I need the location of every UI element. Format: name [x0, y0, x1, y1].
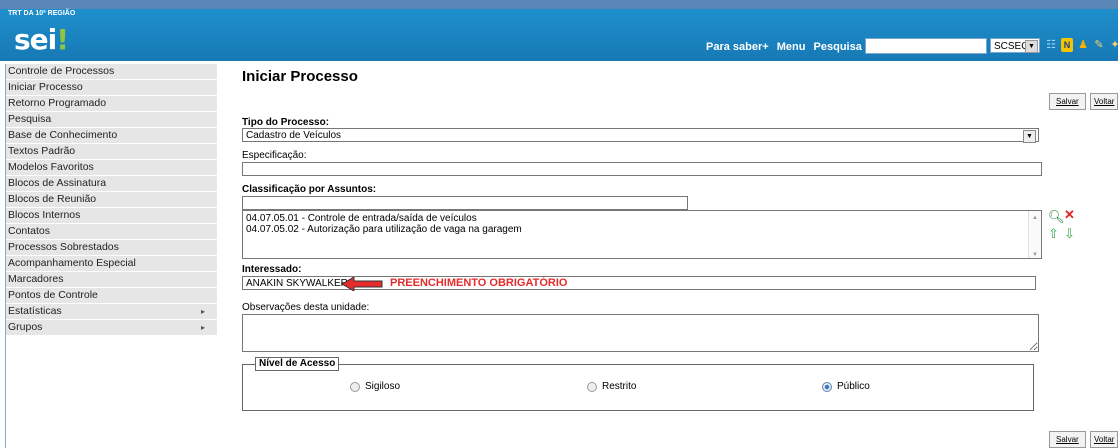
sidebar-menu: Controle de Processos Iniciar Processo R… — [6, 64, 217, 336]
save-label: Salvar — [1056, 435, 1079, 444]
subjects-list[interactable]: 04.07.05.01 - Controle de entrada/saída … — [242, 210, 1042, 259]
exit-icon[interactable]: ✦ — [1109, 38, 1118, 52]
chevron-down-icon: ▼ — [1023, 130, 1036, 143]
radio-sigiloso[interactable]: Sigiloso — [350, 381, 400, 392]
sidebar-item-base-conhecimento[interactable]: Base de Conhecimento — [6, 128, 217, 144]
sidebar-item-marcadores[interactable]: Marcadores — [6, 272, 217, 288]
logo-text: sei — [14, 23, 57, 56]
radio-publico[interactable]: Público — [822, 381, 870, 392]
sidebar-item-contatos[interactable]: Contatos — [6, 224, 217, 240]
radio-dot — [587, 381, 597, 392]
sidebar-item-label: Processos Sobrestados — [8, 241, 119, 253]
sidebar-item-pontos-controle[interactable]: Pontos de Controle — [6, 288, 217, 304]
list-item[interactable]: 04.07.05.02 - Autorização para utilizaçã… — [246, 224, 1038, 235]
page-title: Iniciar Processo — [242, 68, 358, 85]
unit-value: SCSEG — [994, 41, 1030, 52]
sidebar-item-label: Textos Padrão — [8, 145, 76, 157]
sidebar-item-label: Blocos de Assinatura — [8, 177, 107, 189]
sidebar-item-blocos-reuniao[interactable]: Blocos de Reunião — [6, 192, 217, 208]
sidebar-item-processos-sobrestados[interactable]: Processos Sobrestados — [6, 240, 217, 256]
interessado-value: ANAKIN SKYWALKER — [246, 278, 348, 289]
save-button-top[interactable]: Salvar — [1049, 93, 1086, 110]
interessado-label: Interessado: — [242, 264, 301, 275]
tools-icon[interactable]: ✎ — [1093, 38, 1105, 52]
radio-dot — [822, 381, 832, 392]
sidebar-item-pesquisa[interactable]: Pesquisa — [6, 112, 217, 128]
move-up-icon[interactable]: ⇧ — [1048, 226, 1059, 242]
sei-logo[interactable]: sei! — [14, 23, 69, 56]
search-icon[interactable]: 🔍︎ — [1048, 209, 1065, 225]
back-label: Voltar — [1094, 97, 1115, 106]
remove-icon[interactable]: ✕ — [1064, 207, 1075, 223]
sidebar-item-label: Contatos — [8, 225, 51, 237]
sidebar-item-label: Marcadores — [8, 273, 64, 285]
tipo-processo-label: Tipo do Processo: — [242, 117, 330, 128]
especificacao-label: Especificação: — [242, 150, 307, 161]
sidebar-item-estatisticas[interactable]: Estatísticas ▸ — [6, 304, 217, 320]
nav-pesquisa[interactable]: Pesquisa — [814, 41, 862, 53]
app-header: sei! Para saber+ Menu Pesquisa SCSEG ▼ ☷… — [0, 9, 1118, 61]
especificacao-field[interactable] — [242, 162, 1042, 176]
sidebar-item-label: Grupos — [8, 321, 43, 333]
org-name: TRT DA 10ª REGIÃO — [8, 10, 76, 17]
classificacao-label: Classificação por Assuntos: — [242, 184, 377, 195]
nav-menu[interactable]: Menu — [777, 41, 806, 53]
list-item[interactable]: 04.07.05.01 - Controle de entrada/saída … — [246, 213, 1038, 224]
move-down-icon[interactable]: ⇩ — [1064, 226, 1075, 242]
sidebar-item-controle-processos[interactable]: Controle de Processos — [6, 64, 217, 80]
search-input[interactable] — [865, 38, 987, 54]
observacoes-field[interactable] — [242, 314, 1039, 352]
header-icons: ☷ N ♟ ✎ ✦ — [1045, 38, 1118, 52]
tipo-processo-select[interactable]: Cadastro de Veículos ▼ — [242, 128, 1039, 143]
observacoes-label: Observações desta unidade: — [242, 302, 370, 313]
user-icon[interactable]: ♟ — [1077, 38, 1089, 52]
sidebar-item-label: Pontos de Controle — [8, 289, 98, 301]
notes-icon[interactable]: N — [1061, 38, 1073, 52]
interessado-label-text: Interessado: — [242, 264, 302, 275]
radio-label: Público — [837, 381, 870, 392]
chevron-right-icon: ▸ — [200, 323, 205, 332]
sidebar-item-label: Iniciar Processo — [8, 81, 83, 93]
sidebar-item-modelos-favoritos[interactable]: Modelos Favoritos — [6, 160, 217, 176]
sidebar-item-blocos-assinatura[interactable]: Blocos de Assinatura — [6, 176, 217, 192]
classificacao-search[interactable] — [242, 196, 688, 210]
sidebar-item-label: Retorno Programado — [8, 97, 107, 109]
sidebar-item-iniciar-processo[interactable]: Iniciar Processo — [6, 80, 217, 96]
sidebar-item-acompanhamento-especial[interactable]: Acompanhamento Especial — [6, 256, 217, 272]
back-label: Voltar — [1094, 435, 1115, 444]
radio-restrito[interactable]: Restrito — [587, 381, 636, 392]
arrow-icon — [341, 277, 383, 291]
scrollbar[interactable]: ▲ ▼ — [1028, 211, 1041, 258]
sidebar-item-retorno-programado[interactable]: Retorno Programado — [6, 96, 217, 112]
chevron-right-icon: ▸ — [200, 307, 205, 316]
sidebar-item-label: Acompanhamento Especial — [8, 257, 136, 269]
back-button-bottom[interactable]: Voltar — [1090, 431, 1118, 448]
sidebar-item-label: Blocos de Reunião — [8, 193, 97, 205]
radio-label: Restrito — [602, 381, 637, 392]
back-button-top[interactable]: Voltar — [1090, 93, 1118, 110]
radio-label: Sigiloso — [365, 381, 401, 392]
nivel-acesso-legend: Nível de Acesso — [255, 357, 340, 371]
save-label: Salvar — [1056, 97, 1079, 106]
sidebar-item-textos-padrao[interactable]: Textos Padrão — [6, 144, 217, 160]
header-nav: Para saber+ Menu Pesquisa — [706, 41, 867, 53]
sidebar-item-label: Controle de Processos — [8, 65, 115, 77]
sidebar-item-grupos[interactable]: Grupos ▸ — [6, 320, 217, 336]
chevron-down-icon: ▼ — [1025, 40, 1038, 53]
sidebar-item-label: Estatísticas — [8, 305, 62, 317]
unit-select[interactable]: SCSEG ▼ — [990, 38, 1040, 53]
tipo-processo-value: Cadastro de Veículos — [246, 130, 342, 141]
sidebar-item-label: Blocos Internos — [8, 209, 81, 221]
save-button-bottom[interactable]: Salvar — [1049, 431, 1086, 448]
list-icon[interactable]: ☷ — [1045, 38, 1057, 52]
radio-dot — [350, 381, 360, 392]
nav-para-saber[interactable]: Para saber+ — [706, 41, 769, 53]
sidebar-item-label: Modelos Favoritos — [8, 161, 94, 173]
top-strip — [0, 0, 1118, 9]
required-annotation: PREENCHIMENTO OBRIGATÓRIO — [390, 277, 568, 289]
sidebar-item-label: Base de Conhecimento — [8, 129, 118, 141]
sidebar-item-blocos-internos[interactable]: Blocos Internos — [6, 208, 217, 224]
sidebar-item-label: Pesquisa — [8, 113, 52, 125]
